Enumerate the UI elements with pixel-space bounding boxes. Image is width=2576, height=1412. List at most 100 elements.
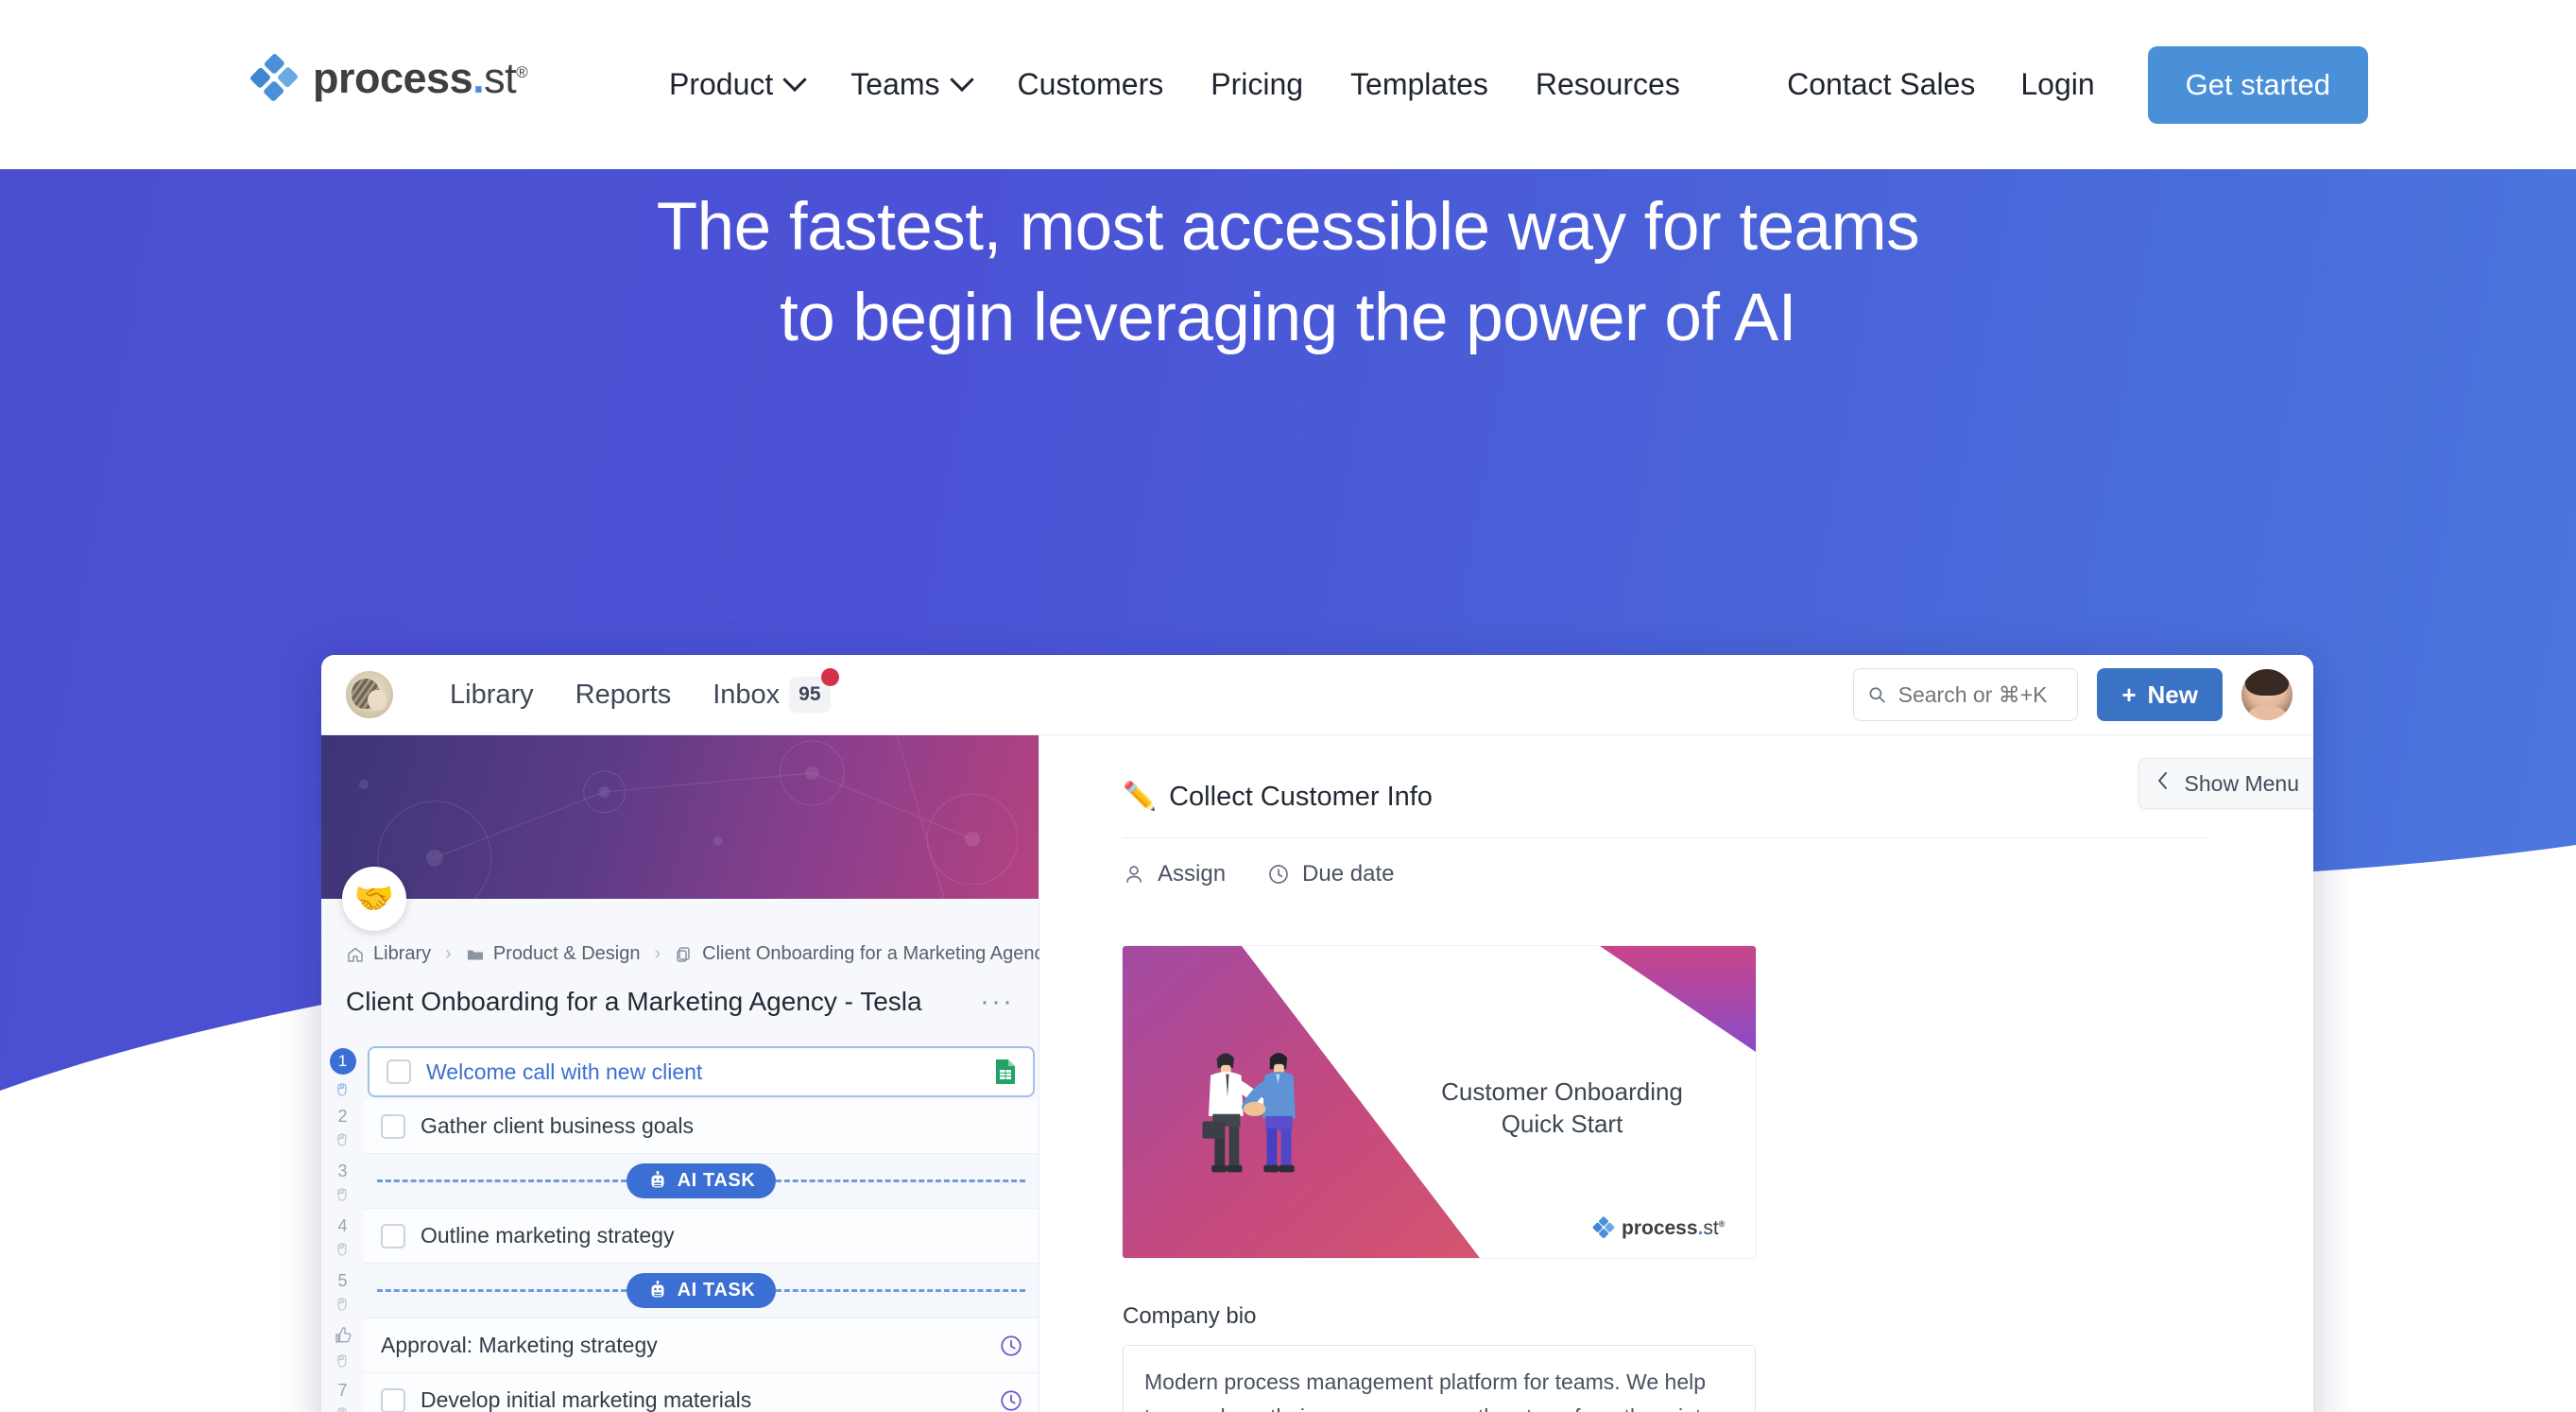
search-box[interactable] [1853,668,2079,721]
drag-handle-icon[interactable] [334,1129,352,1148]
task-row[interactable]: 5 AI TASK [321,1264,1039,1318]
task-checkbox[interactable] [381,1113,405,1139]
login-link[interactable]: Login [1998,67,2117,102]
task-content[interactable]: Welcome call with new client [368,1046,1035,1097]
site-logo[interactable]: process.st® [250,54,528,101]
task-checkbox[interactable] [386,1059,411,1084]
app-screenshot-window: Library Reports Inbox 95 Search or ⌘+K +… [321,655,2313,1412]
task-gutter [321,1318,364,1373]
breadcrumb-label-library: Library [373,943,432,964]
ai-task-pill[interactable]: AI TASK [626,1163,777,1198]
inbox-count-value: 95 [799,683,821,705]
task-content[interactable]: Outline marketing strategy [364,1209,1039,1264]
pencil-icon: ✏️ [1123,782,1158,812]
due-date-button[interactable]: Due date [1267,861,1394,887]
task-checkbox[interactable] [381,1223,405,1248]
hero-headline-line-2: to begin leveraging the power of AI [780,281,1796,355]
task-detail-title-row: ✏️ Collect Customer Info [1123,781,2209,813]
task-content[interactable]: Gather client business goals [364,1099,1039,1154]
task-row[interactable]: 2 Gather client business goals [321,1099,1039,1154]
nav-label-templates: Templates [1350,67,1488,101]
app-nav-item-inbox[interactable]: Inbox 95 [692,668,850,713]
logo-wordmark: process.st® [313,57,528,99]
app-nav-label-library: Library [450,679,534,710]
plus-icon: + [2121,680,2137,709]
drag-handle-icon[interactable] [334,1239,352,1258]
breadcrumb-item-workflow[interactable]: Client Onboarding for a Marketing Agency [675,943,1053,965]
drag-handle-icon[interactable] [334,1351,352,1369]
drag-handle-icon[interactable] [334,1184,352,1203]
breadcrumb-label-workflow: Client Onboarding for a Marketing Agency [702,943,1054,964]
nav-item-resources[interactable]: Resources [1512,67,1704,102]
task-checkbox[interactable] [381,1387,405,1412]
task-row[interactable]: Approval: Marketing strategy [321,1318,1039,1373]
ai-task-divider[interactable]: AI TASK [364,1264,1039,1318]
login-label: Login [2020,67,2095,101]
task-detail-panel: Show Menu ✏️ Collect Customer Info Assig… [1039,735,2313,1412]
process-st-logo-icon [250,54,298,101]
hero-headline: The fastest, most accessible way for tea… [0,169,2576,364]
contact-sales-link[interactable]: Contact Sales [1764,67,1998,102]
nav-item-templates[interactable]: Templates [1327,67,1512,102]
workflow-banner [321,735,1039,899]
nav-label-customers: Customers [1017,67,1164,101]
app-nav-item-library[interactable]: Library [429,680,555,711]
nav-label-resources: Resources [1535,67,1680,101]
task-detail-title: Collect Customer Info [1169,781,1433,812]
task-gutter: 4 [321,1209,364,1264]
task-content[interactable]: Approval: Marketing strategy [364,1318,1039,1373]
drag-handle-icon[interactable] [334,1403,352,1412]
workflow-icon [677,946,690,962]
breadcrumb-item-library[interactable]: Library [346,943,431,965]
logo-registered-mark: ® [516,62,528,81]
task-label: Welcome call with new client [426,1059,703,1084]
assign-button[interactable]: Assign [1123,861,1226,887]
task-row[interactable]: 7 Develop initial marketing materials [321,1373,1039,1412]
task-label: Gather client business goals [421,1113,694,1138]
ai-task-pill[interactable]: AI TASK [626,1273,777,1308]
hero-headline-line-1: The fastest, most accessible way for tea… [656,190,1920,265]
ai-task-divider[interactable]: AI TASK [364,1154,1039,1209]
home-icon [348,947,363,962]
primary-nav: Product Teams Customers Pricing Template… [645,0,1704,169]
dashed-line-left [377,1180,627,1182]
clock-icon[interactable] [999,1388,1023,1412]
show-menu-button[interactable]: Show Menu [2138,758,2313,809]
app-nav-item-reports[interactable]: Reports [555,680,693,711]
new-button[interactable]: + New [2097,668,2223,721]
drag-handle-icon[interactable] [334,1294,352,1313]
workflow-emoji-badge: 🤝 [342,867,406,931]
nav-item-pricing[interactable]: Pricing [1187,67,1327,102]
task-number: 7 [337,1380,348,1400]
nav-item-teams[interactable]: Teams [827,67,993,102]
thumbs-up-icon [335,1326,351,1343]
breadcrumb-separator: › [445,943,452,964]
get-started-button[interactable]: Get started [2147,45,2368,124]
clock-icon[interactable] [999,1334,1023,1358]
app-topbar: Library Reports Inbox 95 Search or ⌘+K +… [321,655,2313,735]
task-row[interactable]: 3 AI TASK [321,1154,1039,1209]
task-row[interactable]: 1 Welcome call with new client [321,1044,1039,1099]
breadcrumb-item-folder[interactable]: Product & Design [466,943,640,965]
search-input[interactable] [1898,681,2065,708]
task-label: Outline marketing strategy [421,1223,675,1248]
user-avatar[interactable] [2241,669,2293,720]
breadcrumb: Library › Product & Design › Client Onbo… [321,899,1084,969]
task-row[interactable]: 4 Outline marketing strategy [321,1209,1039,1264]
drag-handle-icon[interactable] [334,1079,352,1098]
workflow-more-menu[interactable]: ··· [980,986,1014,1018]
nav-label-product: Product [669,67,774,101]
nav-item-product[interactable]: Product [645,67,827,102]
secondary-nav: Contact Sales Login Get started [1764,0,2368,169]
task-gutter: 7 [321,1373,364,1412]
org-avatar[interactable] [346,671,393,718]
task-content[interactable]: Develop initial marketing materials [364,1373,1039,1412]
task-gutter: 5 [321,1264,364,1318]
nav-item-customers[interactable]: Customers [994,67,1188,102]
hero-section: The fastest, most accessible way for tea… [0,169,2576,1412]
landing-page: process.st® Product Teams Customers Pric… [0,0,2576,1412]
company-bio-textarea[interactable]: Modern process management platform for t… [1123,1345,1756,1412]
google-sheets-icon[interactable] [993,1059,1018,1085]
onboarding-card-artwork: Customer Onboarding Quick Start process.… [1123,946,1756,1258]
site-header: process.st® Product Teams Customers Pric… [0,0,2576,169]
